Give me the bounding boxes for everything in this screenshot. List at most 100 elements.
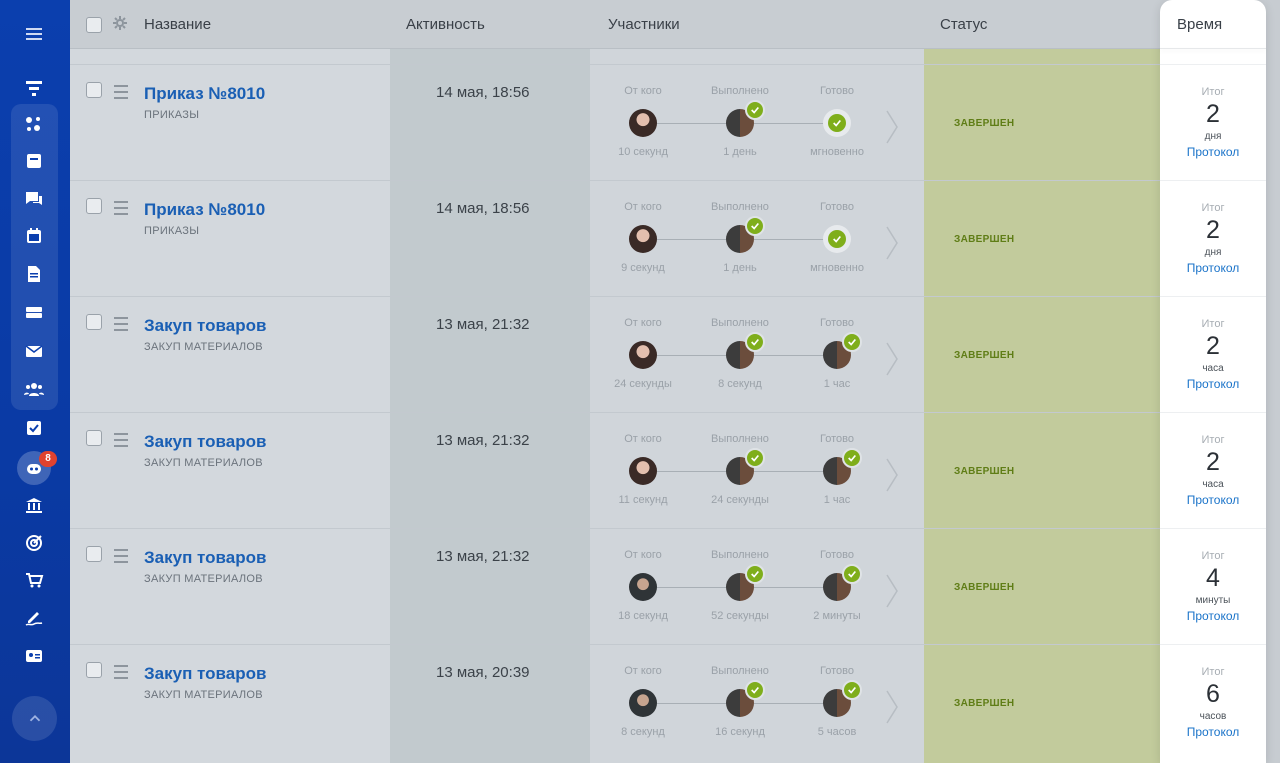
row-menu-icon[interactable]: [114, 549, 128, 563]
participant-time: 24 секунды: [711, 494, 769, 506]
status-badge: ЗАВЕРШЕН: [954, 466, 1015, 477]
row-menu-icon[interactable]: [114, 85, 128, 99]
tasks-icon[interactable]: [22, 149, 46, 173]
chevron-right-icon[interactable]: [884, 225, 900, 261]
author-avatar[interactable]: [629, 341, 657, 369]
total-value: 6: [1206, 680, 1220, 708]
time-cell: Итог 6 часов Протокол: [1160, 644, 1266, 761]
row-checkbox[interactable]: [86, 314, 102, 330]
row-menu-icon[interactable]: [114, 317, 128, 331]
processes-table: Название Активность Участники Статус При…: [70, 0, 1280, 763]
cart-icon[interactable]: [22, 568, 46, 592]
author-avatar[interactable]: [629, 457, 657, 485]
activity-date: 13 мая, 20:39: [436, 664, 530, 681]
row-checkbox[interactable]: [86, 198, 102, 214]
time-cell: Итог 2 дня Протокол: [1160, 180, 1266, 297]
row-menu-icon[interactable]: [114, 433, 128, 447]
participant-done-label: Выполнено: [711, 433, 769, 445]
author-avatar[interactable]: [629, 689, 657, 717]
process-title-link[interactable]: Закуп товаров: [144, 316, 266, 336]
settings-gear-icon[interactable]: [112, 15, 128, 31]
participant-done-label: Выполнено: [711, 85, 769, 97]
participant-time: 8 секунд: [621, 726, 665, 738]
checkbox-icon[interactable]: [22, 416, 46, 440]
done-check-icon: [745, 332, 765, 352]
participant-time: 16 секунд: [715, 726, 765, 738]
workflow-icon[interactable]: [22, 112, 46, 136]
status-badge: ЗАВЕРШЕН: [954, 118, 1015, 129]
document-icon[interactable]: [22, 262, 46, 286]
table-row: Закуп товаров ЗАКУП МАТЕРИАЛОВ 13 мая, 2…: [70, 412, 1160, 529]
scroll-up-button[interactable]: [12, 696, 57, 741]
author-avatar[interactable]: [629, 109, 657, 137]
protocol-link[interactable]: Протокол: [1160, 377, 1266, 391]
participant-ready-label: Готово: [820, 317, 854, 329]
people-icon[interactable]: [22, 377, 46, 401]
contact-card-icon[interactable]: [22, 644, 46, 668]
time-cell: Итог 2 дня Протокол: [1160, 64, 1266, 181]
protocol-link[interactable]: Протокол: [1160, 261, 1266, 275]
status-badge: ЗАВЕРШЕН: [954, 582, 1015, 593]
column-participants-header[interactable]: Участники: [608, 16, 680, 33]
process-title-link[interactable]: Приказ №8010: [144, 200, 265, 220]
table-row: Закуп товаров ЗАКУП МАТЕРИАЛОВ 13 мая, 2…: [70, 296, 1160, 413]
participant-done-label: Выполнено: [711, 317, 769, 329]
row-menu-icon[interactable]: [114, 201, 128, 215]
target-icon[interactable]: [22, 531, 46, 555]
process-type-label: ЗАКУП МАТЕРИАЛОВ: [144, 689, 263, 701]
protocol-link[interactable]: Протокол: [1160, 609, 1266, 623]
column-status-header[interactable]: Статус: [940, 16, 987, 33]
time-cell: Итог 2 часа Протокол: [1160, 296, 1266, 413]
signature-icon[interactable]: [22, 606, 46, 630]
menu-icon[interactable]: [22, 22, 46, 46]
select-all-checkbox[interactable]: [86, 17, 102, 33]
protocol-link[interactable]: Протокол: [1160, 725, 1266, 739]
participant-time: 1 час: [823, 494, 851, 506]
total-unit: дня: [1204, 131, 1222, 142]
chevron-right-icon[interactable]: [884, 109, 900, 145]
column-name-header[interactable]: Название: [144, 16, 211, 33]
process-title-link[interactable]: Закуп товаров: [144, 548, 266, 568]
ready-check-icon: [842, 332, 862, 352]
activity-date: 14 мая, 18:56: [436, 200, 530, 217]
row-checkbox[interactable]: [86, 430, 102, 446]
chevron-right-icon[interactable]: [884, 457, 900, 493]
process-type-label: ПРИКАЗЫ: [144, 109, 200, 121]
filter-icon[interactable]: [22, 76, 46, 100]
participant-from-label: От кого: [624, 665, 662, 677]
drive-icon[interactable]: [22, 300, 46, 324]
calendar-icon[interactable]: [22, 224, 46, 248]
participant-time: 24 секунды: [614, 378, 672, 390]
row-menu-icon[interactable]: [114, 665, 128, 679]
process-title-link[interactable]: Приказ №8010: [144, 84, 265, 104]
participant-done-label: Выполнено: [711, 665, 769, 677]
row-checkbox[interactable]: [86, 82, 102, 98]
participant-from-label: От кого: [624, 201, 662, 213]
activity-date: 13 мая, 21:32: [436, 316, 530, 333]
row-checkbox[interactable]: [86, 546, 102, 562]
chevron-right-icon[interactable]: [884, 341, 900, 377]
column-time-header[interactable]: Время: [1177, 16, 1222, 33]
chevron-right-icon[interactable]: [884, 689, 900, 725]
participant-time: мгновенно: [810, 262, 864, 274]
table-row: Приказ №8010 ПРИКАЗЫ 14 мая, 18:56 От ко…: [70, 64, 1160, 181]
protocol-link[interactable]: Протокол: [1160, 493, 1266, 507]
bank-icon[interactable]: [22, 493, 46, 517]
done-check-icon: [745, 680, 765, 700]
participant-from-label: От кого: [624, 317, 662, 329]
notification-badge: 8: [39, 451, 57, 467]
author-avatar[interactable]: [629, 225, 657, 253]
participant-ready-label: Готово: [820, 201, 854, 213]
protocol-link[interactable]: Протокол: [1160, 145, 1266, 159]
mail-icon[interactable]: [22, 339, 46, 363]
row-checkbox[interactable]: [86, 662, 102, 678]
chevron-right-icon[interactable]: [884, 573, 900, 609]
author-avatar[interactable]: [629, 573, 657, 601]
column-activity-header[interactable]: Активность: [406, 16, 485, 33]
table-row: Закуп товаров ЗАКУП МАТЕРИАЛОВ 13 мая, 2…: [70, 644, 1160, 761]
chat-icon[interactable]: [22, 187, 46, 211]
process-title-link[interactable]: Закуп товаров: [144, 432, 266, 452]
process-title-link[interactable]: Закуп товаров: [144, 664, 266, 684]
total-unit: часа: [1202, 363, 1224, 374]
table-header: Название Активность Участники Статус: [70, 0, 1266, 49]
